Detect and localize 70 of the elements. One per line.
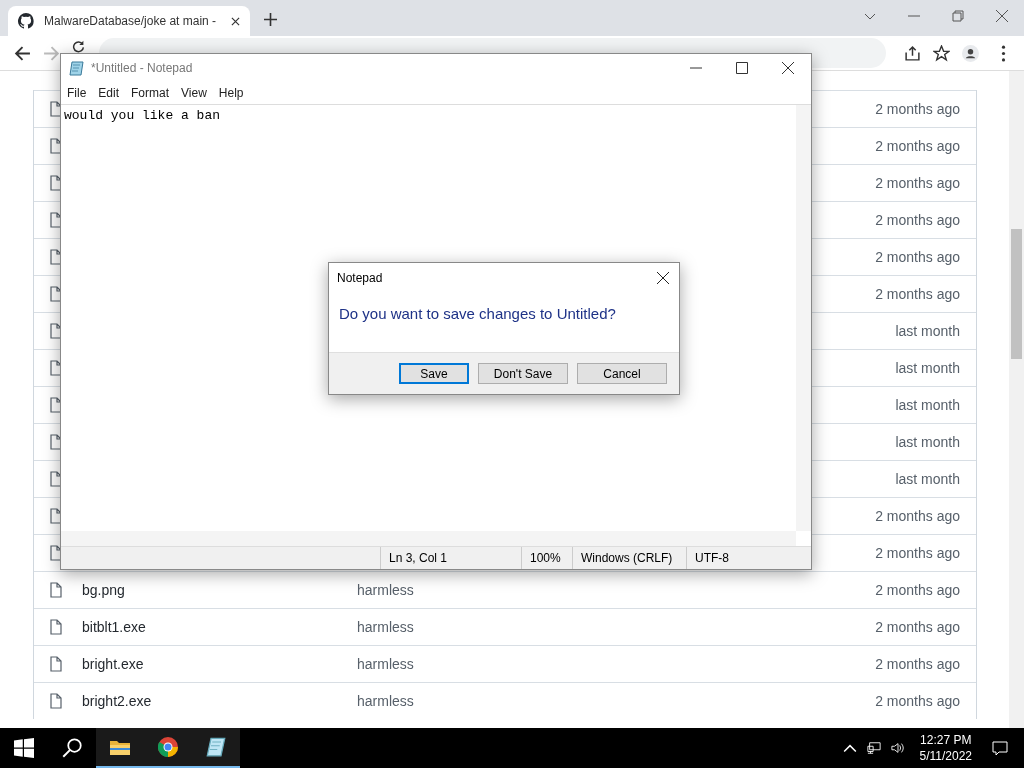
commit-age: 2 months ago [875,212,960,228]
commit-message[interactable]: harmless [357,619,414,635]
dialog-button[interactable]: Save [399,363,469,384]
menu-item[interactable]: File [61,86,93,100]
close-icon[interactable] [782,62,794,74]
volume-icon[interactable] [890,741,905,755]
commit-age: 2 months ago [875,286,960,302]
window-title: *Untitled - Notepad [91,61,193,75]
github-logo-icon [18,13,34,29]
menu-item[interactable]: Edit [92,86,126,100]
notepad-icon [206,737,226,757]
status-text: UTF-8 [686,547,803,569]
file-icon [50,582,62,598]
commit-age: 2 months ago [875,545,960,561]
file-icon [50,619,62,635]
commit-message[interactable]: harmless [357,582,414,598]
taskbar-app-button[interactable] [96,728,144,768]
dialog-message: Do you want to save changes to Untitled? [338,304,617,324]
commit-age: 2 months ago [875,508,960,524]
search-icon[interactable] [62,738,82,758]
restore-icon[interactable] [952,10,964,22]
commit-age: last month [895,434,960,450]
commit-age: 2 months ago [875,619,960,635]
back-icon[interactable] [14,44,31,62]
network-icon[interactable] [866,741,881,755]
clock[interactable]: 12:27 PM 5/11/2022 [909,732,982,764]
maximize-icon[interactable] [736,62,748,74]
commit-age: 2 months ago [875,101,960,117]
menu-item[interactable]: Help [212,86,250,100]
file-name-link[interactable]: bg.png [82,582,357,598]
file-name-link[interactable]: bright.exe [82,656,357,672]
taskbar-app-button[interactable] [192,728,240,768]
status-text: Windows (CRLF) [572,547,686,569]
commit-message[interactable]: harmless [357,693,414,709]
share-icon[interactable] [904,44,921,62]
commit-age: 2 months ago [875,582,960,598]
menu-icon[interactable] [1001,44,1006,62]
chrome-logo-icon [158,737,178,757]
file-name-link[interactable]: bright2.exe [82,693,357,709]
commit-message[interactable]: harmless [357,656,414,672]
dialog-button[interactable]: Cancel [577,363,667,384]
status-text: 100% [521,547,572,569]
commit-age: last month [895,360,960,376]
menu-item[interactable]: Format [125,86,176,100]
dialog-button[interactable]: Don't Save [478,363,568,384]
status-text: Ln 3, Col 1 [380,547,521,569]
commit-age: last month [895,471,960,487]
file-icon [50,656,62,672]
notepad-icon [69,60,85,76]
star-icon[interactable] [933,44,950,62]
commit-age: last month [895,397,960,413]
menu-item[interactable]: View [175,86,213,100]
new-tab-icon[interactable] [264,13,277,26]
commit-age: 2 months ago [875,138,960,154]
document-text: would you like a ban [64,108,221,123]
commit-age: 2 months ago [875,249,960,265]
commit-age: last month [895,323,960,339]
close-icon[interactable] [657,272,669,284]
commit-age: 2 months ago [875,693,960,709]
commit-age: 2 months ago [875,656,960,672]
windows-logo-icon [14,738,34,758]
file-name-link[interactable]: bitblt1.exe [82,619,357,635]
dialog-title: Notepad [337,271,384,285]
notifications-icon[interactable] [992,740,1008,756]
file-icon [50,693,62,709]
browser-tab[interactable]: MalwareDatabase/joke at main - [8,6,250,36]
close-icon[interactable] [231,16,240,26]
profile-icon[interactable] [962,44,979,62]
reload-icon[interactable] [72,40,85,53]
commit-age: 2 months ago [875,175,960,191]
